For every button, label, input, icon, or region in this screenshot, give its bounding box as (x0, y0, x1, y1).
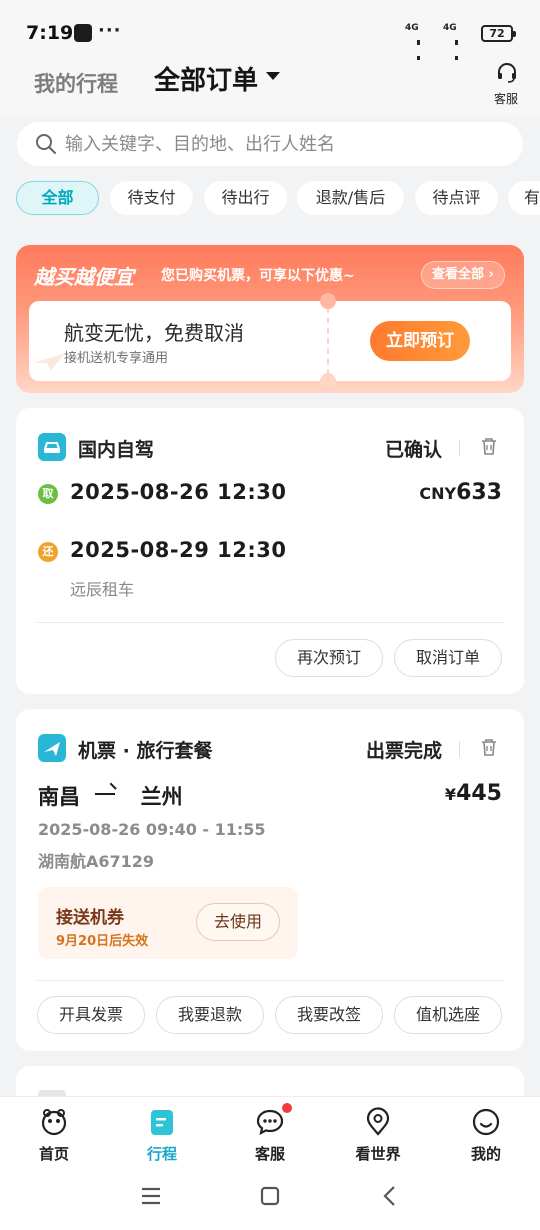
search-input[interactable] (65, 122, 505, 166)
promo-title: 越买越便宜 (34, 265, 134, 289)
back-icon[interactable] (378, 1184, 402, 1208)
cancel-order-button[interactable]: 取消订单 (394, 639, 502, 677)
home-square-icon[interactable] (258, 1184, 282, 1208)
arrival-city: 兰州 (140, 785, 183, 809)
home-icon (41, 1109, 67, 1136)
route-arrow-icon (95, 793, 115, 795)
headset-icon (498, 63, 516, 83)
customer-service-label: 客服 (493, 92, 518, 106)
book-now-button[interactable]: 立即预订 (370, 321, 470, 361)
promo-view-all-label: 查看全部 (432, 267, 485, 282)
trip-icon (151, 1110, 173, 1135)
promo-headline: 航变无忧，免费取消 (64, 321, 244, 345)
rebook-button[interactable]: 再次预订 (275, 639, 383, 677)
header: 我的行程 全部订单 客服 (0, 60, 540, 115)
invoice-button[interactable]: 开具发票 (37, 996, 145, 1034)
customer-service-button[interactable]: 客服 (488, 60, 524, 107)
search-icon (36, 134, 56, 154)
order-card-flight[interactable]: 机票 · 旅行套餐 出票完成 南昌 兰州 ¥445 2025-08-26 09:… (16, 709, 524, 1051)
tab-label: 行程 (146, 1145, 177, 1163)
filter-refund[interactable]: 退款/售后 (297, 181, 404, 215)
promo-subtitle: 您已购买机票，可享以下优惠~ (161, 268, 355, 284)
status-bar: 7:19 ··· 4G 4G 72 (0, 0, 540, 102)
price-amount: 445 (456, 781, 502, 806)
card-divider (36, 980, 504, 981)
check-in-button[interactable]: 值机选座 (394, 996, 502, 1034)
rental-company: 远辰租车 (70, 580, 135, 599)
return-tag: 还 (38, 542, 58, 562)
tab-label: 首页 (38, 1145, 69, 1163)
smile-icon (472, 1108, 500, 1136)
trash-icon[interactable] (480, 737, 498, 757)
price-amount: 633 (456, 480, 502, 505)
refund-button[interactable]: 我要退款 (156, 996, 264, 1034)
order-status: 出票完成 (365, 740, 442, 762)
coupon-expiry: 9月20日后失效 (56, 934, 149, 949)
filter-pending-payment[interactable]: 待支付 (110, 181, 193, 215)
pickup-time: 2025-08-26 12:30 (70, 480, 287, 504)
search-bar[interactable] (17, 122, 523, 166)
bottom-tab-bar: 首页 行程 客服 看世界 我的 (0, 1096, 540, 1168)
status-time: 7:19 (26, 22, 74, 44)
departure-city: 南昌 (38, 785, 80, 809)
app-notification-icon (74, 24, 92, 42)
tab-label: 我的 (470, 1145, 501, 1163)
order-category: 国内自驾 (78, 439, 155, 461)
price-currency: ¥ (444, 785, 457, 804)
promo-banner: 越买越便宜 您已购买机票，可享以下优惠~ 查看全部 › 航变无忧，免费取消 接机… (16, 245, 524, 393)
flight-time: 2025-08-26 09:40 - 11:55 (38, 820, 266, 839)
promo-notch-bottom (320, 373, 336, 389)
order-price: ¥445 (445, 781, 502, 806)
system-nav-bar (0, 1168, 540, 1230)
card-divider (36, 622, 504, 623)
promo-description: 接机送机专享通用 (64, 351, 169, 366)
transfer-coupon: 接送机券 9月20日后失效 去使用 (38, 887, 298, 959)
filter-all[interactable]: 全部 (16, 181, 99, 215)
tab-label: 看世界 (355, 1145, 401, 1163)
location-icon (366, 1107, 390, 1136)
filter-upcoming[interactable]: 待出行 (204, 181, 287, 215)
order-category: 机票 · 旅行套餐 (78, 740, 213, 762)
status-separator (459, 741, 460, 757)
order-price: CNY633 (419, 480, 502, 505)
promo-card[interactable]: 航变无忧，免费取消 接机送机专享通用 立即预订 (29, 293, 511, 389)
coupon-title: 接送机券 (56, 908, 124, 928)
use-coupon-button[interactable]: 去使用 (196, 903, 280, 941)
menu-icon[interactable] (139, 1184, 163, 1208)
chevron-down-icon[interactable] (266, 72, 280, 80)
plane-watermark-icon (33, 353, 65, 371)
promo-view-all-button[interactable]: 查看全部 › (421, 261, 505, 289)
status-separator (459, 440, 460, 456)
battery-icon: 72 (481, 25, 516, 42)
filter-more[interactable]: 有 (508, 181, 540, 215)
return-time: 2025-08-29 12:30 (70, 538, 287, 562)
status-more: ··· (98, 20, 122, 41)
tab-label: 客服 (254, 1145, 285, 1163)
plane-icon (38, 734, 66, 762)
price-currency: CNY (419, 484, 457, 503)
tab-all-orders[interactable]: 全部订单 (154, 60, 258, 97)
pickup-tag: 取 (38, 484, 58, 504)
order-status: 已确认 (384, 439, 442, 461)
flight-number: 湖南航A67129 (38, 852, 155, 871)
trash-icon[interactable] (480, 436, 498, 456)
filter-chips: 全部 待支付 待出行 退款/售后 待点评 有 (16, 181, 540, 215)
promo-notch-top (320, 293, 336, 309)
order-card-car-rental[interactable]: 国内自驾 已确认 取 2025-08-26 12:30 CNY633 还 202… (16, 408, 524, 694)
car-icon (38, 433, 66, 461)
notification-dot (282, 1103, 292, 1113)
chat-icon (256, 1109, 284, 1136)
filter-to-review[interactable]: 待点评 (415, 181, 498, 215)
promo-divider (327, 307, 329, 375)
change-ticket-button[interactable]: 我要改签 (275, 996, 383, 1034)
tab-my-trips[interactable]: 我的行程 (34, 68, 118, 98)
